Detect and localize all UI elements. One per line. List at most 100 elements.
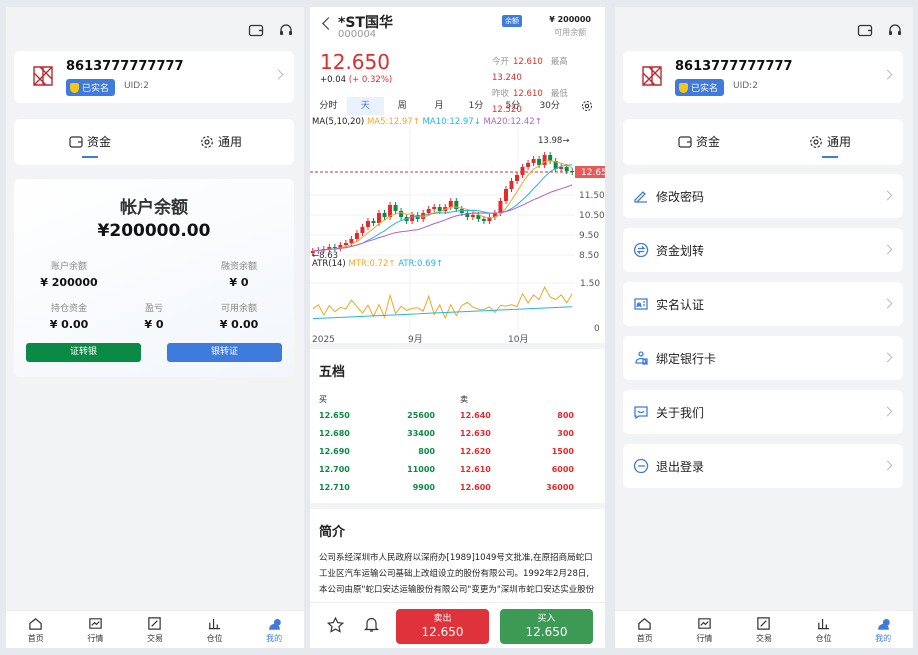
high-value: 13.240 — [492, 73, 522, 83]
period-tab[interactable]: 周 — [384, 97, 421, 115]
available-balance: ¥ 200000 可用余额 — [549, 15, 591, 38]
nav-item[interactable]: 行情 — [87, 616, 103, 644]
cell-value: ¥ 200000 — [40, 276, 98, 289]
settings-icon[interactable] — [568, 97, 605, 115]
candle-body — [354, 233, 359, 239]
mtr-label: MTR:0.72↑ — [348, 259, 396, 269]
ma10-label: MA10:12.97↓ — [422, 117, 481, 127]
ma-label: MA(5,10,20) — [312, 117, 365, 127]
wallet-icon[interactable] — [248, 22, 264, 38]
nav-label: 我的 — [266, 633, 283, 643]
tab-general[interactable]: 通用 — [809, 133, 852, 158]
candle-body — [559, 167, 564, 169]
tab-bar: 资金 通用 — [14, 119, 294, 165]
bottom-nav: 首页 行情 交易 仓位 我的 — [6, 610, 304, 648]
transfer-in-button[interactable]: 银转证 — [167, 343, 282, 362]
menu-item-label: 实名认证 — [656, 298, 705, 312]
sell-button[interactable]: 卖出 12.650 — [396, 609, 489, 644]
candle-body — [448, 201, 453, 207]
ask-volume: 300 — [557, 429, 574, 438]
position-icon — [817, 618, 830, 629]
chevron-right-icon — [882, 298, 893, 309]
period-tab[interactable]: 5分 — [494, 97, 531, 115]
menu-item[interactable]: 绑定银行卡 — [623, 336, 903, 380]
nav-item[interactable]: 行情 — [696, 616, 712, 644]
nav-item[interactable]: 首页 — [28, 616, 44, 644]
tab-funds[interactable]: 资金 — [678, 133, 720, 150]
candle-body — [426, 209, 431, 213]
nav-item[interactable]: 我的 — [266, 616, 282, 644]
tab-general[interactable]: 通用 — [200, 133, 242, 150]
candle-body — [564, 167, 569, 171]
verified-badge: 已实名 — [66, 79, 116, 96]
candle-body — [542, 155, 547, 165]
cell-label: 可用余额 — [220, 304, 257, 314]
transfer-out-button[interactable]: 证转银 — [26, 343, 141, 362]
wallet-icon[interactable] — [857, 22, 873, 38]
menu-item[interactable]: 退出登录 — [623, 444, 903, 488]
balance-cell: 可用余额 ¥ 0.00 — [194, 301, 284, 331]
candle-body — [371, 221, 376, 223]
market-icon — [89, 617, 102, 629]
nav-label: 交易 — [755, 633, 772, 643]
balance-title: 帐户余额 — [120, 198, 188, 218]
headset-icon[interactable] — [887, 22, 903, 38]
wallet-icon — [69, 136, 83, 148]
user-card[interactable]: 8613777777777 已实名 UID:2 — [623, 51, 903, 103]
max-label: 13.98→ — [538, 136, 569, 146]
verified-label: 已实名 — [82, 84, 110, 94]
stock-panel: *ST国华 000004 余额 ¥ 200000 可用余额 12.650 +0.0… — [310, 7, 605, 648]
menu-item[interactable]: 实名认证 — [623, 282, 903, 326]
period-tab[interactable]: 月 — [421, 97, 458, 115]
intro-text: 公司系经深圳市人民政府以深府办[1989]1049号文批准,在原招商局蛇口工业区… — [319, 553, 595, 595]
position-icon — [208, 618, 221, 629]
tab-funds[interactable]: 资金 — [69, 133, 111, 158]
balance-cell: 持仓资金 ¥ 0.00 — [24, 301, 114, 331]
period-tab[interactable]: 1分 — [458, 97, 495, 115]
user-card[interactable]: 8613777777777 已实名 UID:2 — [14, 51, 294, 103]
chevron-right-icon — [882, 460, 893, 471]
verified-label: 已实名 — [691, 84, 719, 94]
period-tab[interactable]: 30分 — [531, 97, 568, 115]
nav-item[interactable]: 首页 — [637, 616, 653, 644]
nav-label: 我的 — [875, 633, 892, 643]
transfer-icon — [633, 242, 649, 258]
nav-item[interactable]: 我的 — [875, 616, 891, 644]
menu-item[interactable]: 关于我们 — [623, 390, 903, 434]
period-tab[interactable]: 分时 — [310, 97, 347, 115]
nav-item[interactable]: 仓位 — [816, 616, 832, 644]
edit-icon — [634, 191, 647, 203]
market-icon — [698, 617, 711, 629]
bell-icon[interactable] — [364, 616, 379, 633]
account-panel: 8613777777777 已实名 UID:2 资金 通用 帐户余额 ¥2000… — [6, 7, 304, 648]
nav-item[interactable]: 仓位 — [207, 616, 223, 644]
y-tick-label: 10.50 — [579, 211, 605, 221]
menu-item[interactable]: 修改密码 — [623, 174, 903, 218]
chevron-right-icon — [882, 244, 893, 255]
bid-price: 12.650 — [319, 411, 350, 420]
cell-value: ¥ 0.00 — [219, 318, 259, 331]
tab-general-label: 通用 — [827, 135, 852, 149]
back-icon[interactable] — [322, 17, 335, 30]
available-amount: ¥ 200000 — [549, 15, 591, 24]
period-tabs: 分时 天 周 月 1分 5分 30分 — [310, 97, 605, 115]
user-phone: 8613777777777 — [675, 59, 793, 74]
cell-value: ¥ 0 — [229, 276, 249, 289]
bid-volume: 9900 — [412, 483, 435, 492]
period-tab[interactable]: 天 — [346, 97, 384, 115]
buy-button[interactable]: 买入 12.650 — [500, 609, 593, 644]
id-card-icon — [634, 298, 648, 310]
bid-price: 12.680 — [319, 429, 350, 438]
bid-price: 12.710 — [319, 483, 350, 492]
logout-icon — [633, 458, 649, 474]
nav-label: 行情 — [696, 633, 713, 643]
candlestick-chart[interactable]: 12.6511.5010.509.508.5013.98→←8.631.5002… — [310, 129, 605, 345]
menu-item[interactable]: 资金划转 — [623, 228, 903, 272]
ask-price: 12.600 — [460, 483, 491, 492]
nav-item[interactable]: 交易 — [756, 616, 772, 644]
star-icon[interactable] — [327, 617, 344, 633]
candle-body — [410, 215, 415, 221]
headset-icon[interactable] — [278, 22, 294, 38]
user-uid: UID:2 — [733, 81, 758, 91]
nav-item[interactable]: 交易 — [147, 616, 163, 644]
